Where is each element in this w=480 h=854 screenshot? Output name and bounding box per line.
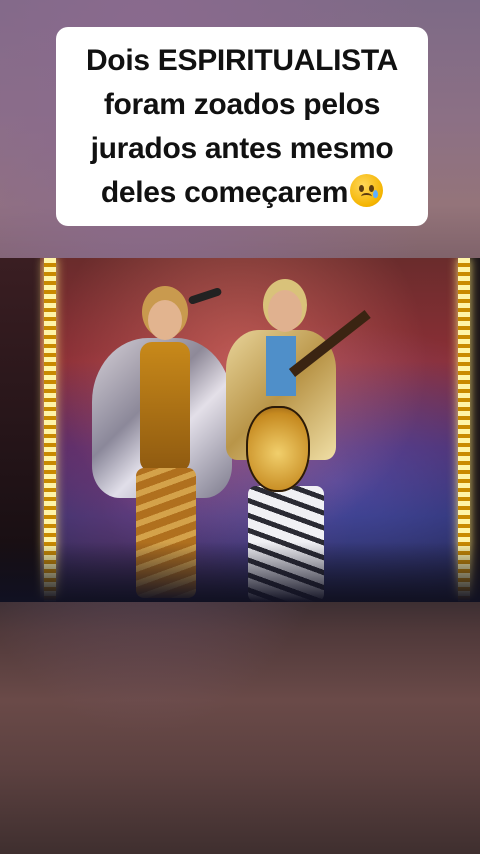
caption-line-3: jurados antes mesmo: [90, 131, 394, 165]
guitarist-head: [268, 290, 302, 332]
caption-card: Dois ESPIRITUALISTA foram zoados pelos j…: [56, 27, 428, 226]
caption-line-1: Dois ESPIRITUALISTA: [85, 43, 399, 77]
sequin-outfit: [140, 342, 190, 472]
caption-text: Dois ESPIRITUALISTA foram zoados pelos j…: [86, 39, 398, 215]
singer-head: [148, 300, 182, 340]
caption-line-2: foram zoados pelos: [103, 87, 381, 121]
stage-floor: [0, 542, 480, 602]
microphone-icon: [187, 286, 223, 306]
video-frame[interactable]: [0, 258, 480, 602]
sad-relieved-emoji-icon: [350, 173, 384, 207]
electric-guitar-icon: [246, 406, 310, 492]
caption-line-4-text: deles começarem: [100, 175, 349, 209]
caption-line-4: deles começarem: [86, 171, 398, 215]
